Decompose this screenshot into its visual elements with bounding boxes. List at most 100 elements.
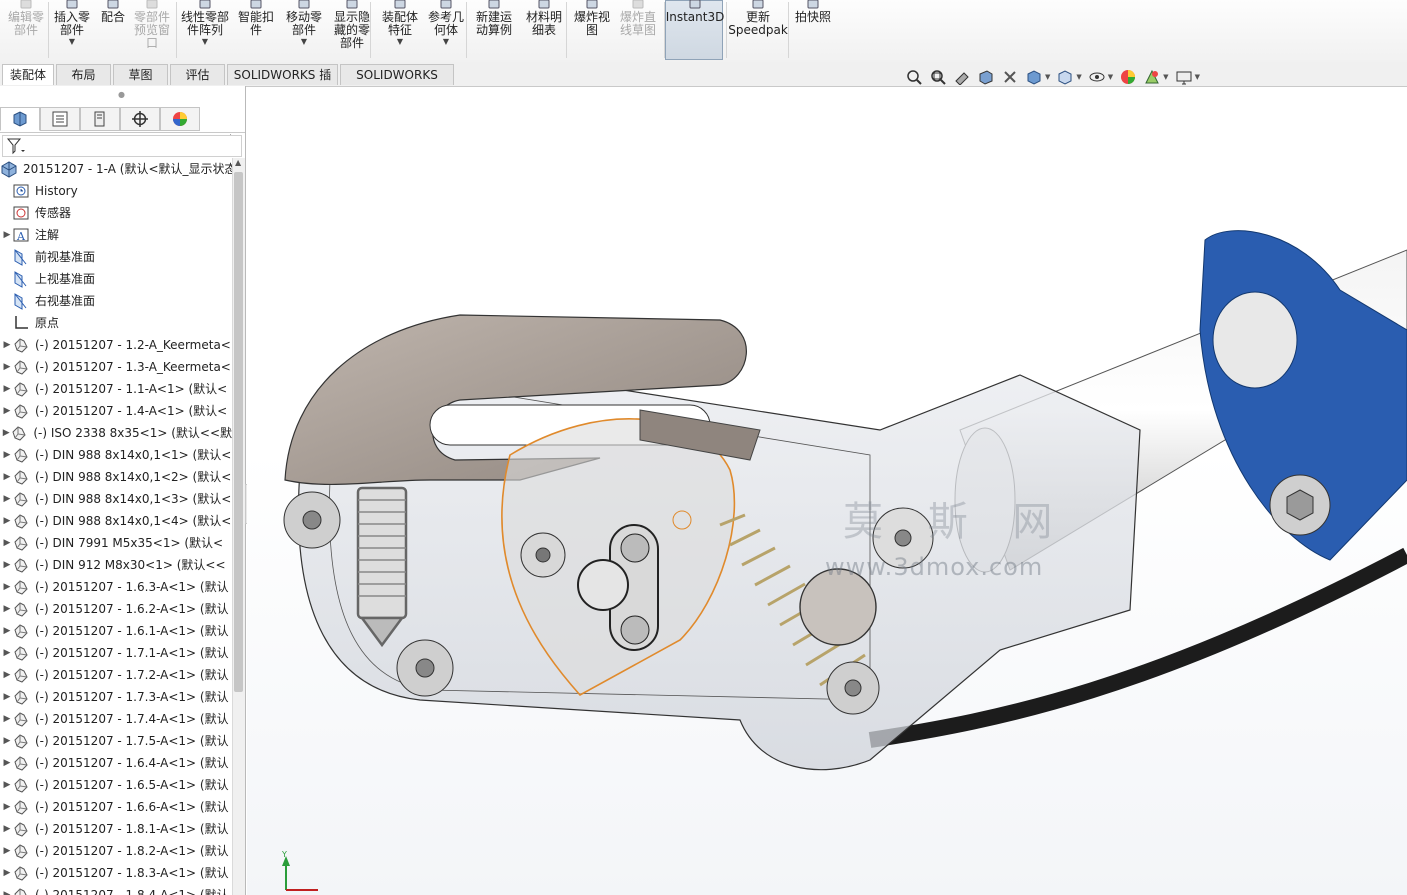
tree-item[interactable]: ▶ (-) 20151207 - 1.8.1-A<1> (默认: [2, 818, 232, 840]
previous-view-icon[interactable]: [953, 68, 971, 86]
expand-arrow-icon[interactable]: ▶: [2, 510, 12, 532]
display-style-icon[interactable]: [1056, 68, 1074, 86]
bill-of-materials-button[interactable]: 材料明 细表: [522, 0, 566, 60]
tab-evaluate[interactable]: 评估: [170, 64, 225, 85]
feature-manager-tab[interactable]: [0, 107, 40, 131]
display-manager-tab[interactable]: [160, 107, 200, 131]
expand-arrow-icon[interactable]: ▶: [2, 708, 12, 730]
tree-item[interactable]: ▶ (-) 20151207 - 1.7.4-A<1> (默认: [2, 708, 232, 730]
edit-component-button[interactable]: 编辑零 部件: [4, 0, 48, 60]
view-orientation-caret-icon[interactable]: ▼: [1045, 73, 1050, 81]
tree-item[interactable]: 上视基准面: [2, 268, 232, 290]
tree-item[interactable]: ▶ (-) 20151207 - 1.6.4-A<1> (默认: [2, 752, 232, 774]
new-motion-study-button[interactable]: 新建运 动算例: [472, 0, 516, 60]
dimxpert-tab[interactable]: [120, 107, 160, 131]
exploded-view-button[interactable]: 爆炸视 图: [570, 0, 614, 60]
show-hidden-components-button[interactable]: 显示隐 藏的零 部件: [330, 0, 374, 60]
tree-item[interactable]: ▶ (-) 20151207 - 1.7.3-A<1> (默认: [2, 686, 232, 708]
expand-arrow-icon[interactable]: ▶: [2, 422, 10, 444]
zoom-to-area-icon[interactable]: [929, 68, 947, 86]
dropdown-caret-icon[interactable]: ▼: [202, 37, 208, 46]
tree-item[interactable]: ▶ (-) DIN 988 8x14x0,1<3> (默认<: [2, 488, 232, 510]
hide-show-caret-icon[interactable]: ▼: [1108, 73, 1113, 81]
tree-item[interactable]: ▶ (-) 20151207 - 1.7.1-A<1> (默认: [2, 642, 232, 664]
reference-geometry-button[interactable]: 参考几 何体 ▼: [424, 0, 468, 60]
expand-arrow-icon[interactable]: ▶: [2, 620, 12, 642]
expand-arrow-icon[interactable]: ▶: [2, 400, 12, 422]
instant3d-button[interactable]: Instant3D: [666, 0, 724, 60]
tree-item[interactable]: 前视基准面: [2, 246, 232, 268]
tree-item[interactable]: ▶ (-) 20151207 - 1.6.6-A<1> (默认: [2, 796, 232, 818]
move-component-button[interactable]: 移动零 部件 ▼: [282, 0, 326, 60]
apply-scene-caret-icon[interactable]: ▼: [1163, 73, 1168, 81]
tree-item[interactable]: 传感器: [2, 202, 232, 224]
tree-item[interactable]: ▶ (-) 20151207 - 1.4-A<1> (默认<: [2, 400, 232, 422]
edit-appearance-icon[interactable]: [1119, 68, 1137, 86]
hide-show-items-icon[interactable]: [1088, 68, 1106, 86]
component-preview-window-button[interactable]: 零部件 预览窗 口: [132, 0, 172, 60]
dynamic-annotation-icon[interactable]: [1001, 68, 1019, 86]
tree-item[interactable]: ▶ (-) 20151207 - 1.2-A_Keermeta<: [2, 334, 232, 356]
tree-item[interactable]: ▶ (-) 20151207 - 1.8.3-A<1> (默认: [2, 862, 232, 884]
tab-layout[interactable]: 布局: [56, 64, 111, 85]
expand-arrow-icon[interactable]: ▶: [2, 730, 12, 752]
expand-arrow-icon[interactable]: ▶: [2, 862, 12, 884]
expand-arrow-icon[interactable]: ▶: [2, 686, 12, 708]
tree-root-assembly[interactable]: 20151207 - 1-A (默认<默认_显示状态: [0, 158, 232, 180]
tree-item[interactable]: ▶ (-) 20151207 - 1.6.5-A<1> (默认: [2, 774, 232, 796]
display-style-caret-icon[interactable]: ▼: [1076, 73, 1081, 81]
expand-arrow-icon[interactable]: ▶: [2, 356, 12, 378]
expand-arrow-icon[interactable]: ▶: [2, 444, 12, 466]
tree-item[interactable]: ▶ (-) 20151207 - 1.3-A_Keermeta<: [2, 356, 232, 378]
tree-item[interactable]: ▶ (-) DIN 988 8x14x0,1<2> (默认<: [2, 466, 232, 488]
section-view-icon[interactable]: [977, 68, 995, 86]
mate-button[interactable]: 配合: [98, 0, 128, 60]
tab-sketch[interactable]: 草图: [113, 64, 168, 85]
expand-arrow-icon[interactable]: ▶: [2, 752, 12, 774]
expand-arrow-icon[interactable]: ▶: [2, 642, 12, 664]
expand-arrow-icon[interactable]: ▶: [2, 884, 12, 895]
property-manager-tab[interactable]: [40, 107, 80, 131]
tree-item[interactable]: ▶ A 注解: [2, 224, 232, 246]
tab-solidworks-addins[interactable]: SOLIDWORKS 插件: [227, 64, 338, 103]
expand-arrow-icon[interactable]: ▶: [2, 466, 12, 488]
expand-arrow-icon[interactable]: ▶: [2, 378, 12, 400]
explode-line-sketch-button[interactable]: 爆炸直 线草图: [616, 0, 660, 60]
view-settings-monitor-icon[interactable]: [1175, 68, 1193, 86]
take-snapshot-button[interactable]: 拍快照: [792, 0, 834, 60]
tab-solidworks-mbd[interactable]: SOLIDWORKS MBD: [340, 64, 454, 103]
dropdown-caret-icon[interactable]: ▼: [301, 37, 307, 46]
insert-components-button[interactable]: 插入零 部件 ▼: [50, 0, 94, 60]
tree-item[interactable]: ▶ (-) 20151207 - 1.7.2-A<1> (默认: [2, 664, 232, 686]
tree-item[interactable]: ▶ (-) 20151207 - 1.8.2-A<1> (默认: [2, 840, 232, 862]
smart-fasteners-button[interactable]: 智能扣 件: [236, 0, 276, 60]
tab-assembly[interactable]: 装配体: [2, 64, 54, 85]
expand-arrow-icon[interactable]: ▶: [2, 840, 12, 862]
zoom-to-fit-icon[interactable]: [905, 68, 923, 86]
tree-item[interactable]: ▶ (-) 20151207 - 1.6.3-A<1> (默认: [2, 576, 232, 598]
expand-arrow-icon[interactable]: ▶: [2, 576, 12, 598]
expand-arrow-icon[interactable]: ▶: [2, 664, 12, 686]
tree-item[interactable]: ▶ (-) DIN 988 8x14x0,1<1> (默认<: [2, 444, 232, 466]
view-settings-caret-icon[interactable]: ▼: [1195, 73, 1200, 81]
tree-item[interactable]: 右视基准面: [2, 290, 232, 312]
tree-item[interactable]: ▶ (-) 20151207 - 1.6.1-A<1> (默认: [2, 620, 232, 642]
tree-filter-bar[interactable]: [2, 135, 242, 157]
assembly-model-render[interactable]: Y: [247, 87, 1407, 895]
tree-item[interactable]: ▶ (-) 20151207 - 1.8.4-A<1> (默认: [2, 884, 232, 895]
tree-item[interactable]: ▶ (-) DIN 7991 M5x35<1> (默认<: [2, 532, 232, 554]
tree-item[interactable]: ▶ (-) 20151207 - 1.6.2-A<1> (默认: [2, 598, 232, 620]
tree-item[interactable]: ▶ (-) ISO 2338 8x35<1> (默认<<默: [2, 422, 232, 444]
expand-arrow-icon[interactable]: ▶: [2, 224, 12, 246]
apply-scene-icon[interactable]: [1143, 68, 1161, 86]
dropdown-caret-icon[interactable]: ▼: [443, 37, 449, 46]
tree-scrollbar[interactable]: ▲: [232, 158, 245, 895]
expand-arrow-icon[interactable]: ▶: [2, 598, 12, 620]
dropdown-caret-icon[interactable]: ▼: [69, 37, 75, 46]
expand-arrow-icon[interactable]: ▶: [2, 774, 12, 796]
tree-item[interactable]: ▶ (-) DIN 912 M8x30<1> (默认<<: [2, 554, 232, 576]
configuration-manager-tab[interactable]: [80, 107, 120, 131]
assembly-features-button[interactable]: 装配体 特征 ▼: [378, 0, 422, 60]
linear-component-pattern-button[interactable]: 线性零部 件阵列 ▼: [178, 0, 232, 60]
expand-arrow-icon[interactable]: ▶: [2, 488, 12, 510]
